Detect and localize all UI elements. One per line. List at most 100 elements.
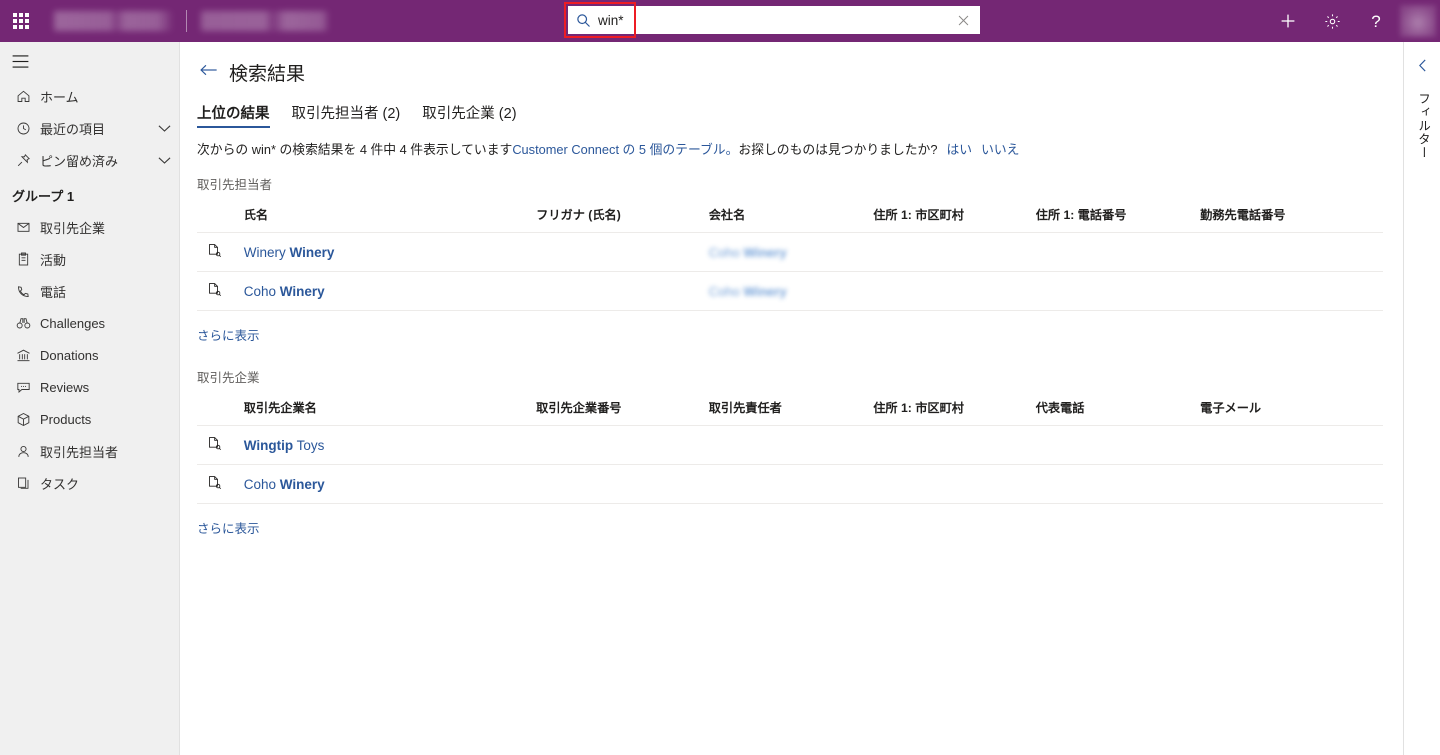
accounts-section-title: 取引先企業: [197, 371, 260, 385]
contacts-col-phone[interactable]: 住所 1: 電話番号: [1035, 201, 1201, 233]
brand-separator: [186, 10, 187, 32]
table-row[interactable]: Coho Winery Coho Winery: [197, 271, 1383, 311]
record-link[interactable]: Coho Winery: [244, 284, 325, 299]
accounts-section: 取引先企業 取引先企業名 取引先企業番号 取引先責任者 住所 1: 市区町村 代…: [181, 367, 1403, 504]
chevron-down-icon[interactable]: [158, 124, 171, 133]
sidebar-item-label: 最近の項目: [40, 121, 106, 137]
contacts-table: 氏名 フリガナ (氏名) 会社名 住所 1: 市区町村 住所 1: 電話番号 勤…: [197, 201, 1383, 311]
hamburger-icon: [12, 54, 29, 68]
help-button[interactable]: ?: [1354, 0, 1398, 42]
name-part-match: Winery: [279, 283, 325, 299]
accounts-col-main-phone[interactable]: 代表電話: [1035, 394, 1201, 426]
page-header: 検索結果: [181, 42, 1403, 88]
sidebar-item-donations[interactable]: Donations: [0, 339, 179, 371]
accounts-table: 取引先企業名 取引先企業番号 取引先責任者 住所 1: 市区町村 代表電話 電子…: [197, 394, 1383, 504]
sidebar-item-tasks[interactable]: タスク: [0, 467, 179, 499]
name-part-match: Wingtip: [243, 437, 294, 453]
tab-contacts[interactable]: 取引先担当者 (2): [292, 102, 401, 128]
sidebar-item-accounts[interactable]: 取引先企業: [0, 211, 179, 243]
contact-name-cell: Winery Winery: [243, 232, 537, 272]
table-row[interactable]: Coho Winery: [197, 464, 1383, 504]
tab-label: 取引先担当者: [291, 106, 379, 122]
sidebar-item-reviews[interactable]: Reviews: [0, 371, 179, 403]
contacts-col-furigana[interactable]: フリガナ (氏名): [536, 201, 709, 233]
contacts-col-name[interactable]: 氏名: [243, 201, 537, 233]
chevron-down-icon[interactable]: [158, 156, 171, 165]
environment-name-redacted: [201, 11, 329, 31]
tab-count: (2): [382, 106, 401, 122]
sitemap-toggle-button[interactable]: [0, 42, 179, 80]
sidebar-item-recent[interactable]: 最近の項目: [0, 112, 179, 144]
tab-top-results[interactable]: 上位の結果: [197, 102, 270, 128]
company-redacted: Coho Winery: [709, 245, 787, 260]
filter-expand-button[interactable]: [1404, 42, 1440, 82]
new-button[interactable]: [1266, 0, 1310, 42]
plus-icon: [1279, 12, 1297, 30]
contacts-section: 取引先担当者 氏名 フリガナ (氏名) 会社名 住所 1: 市区町村 住所 1:…: [181, 174, 1403, 311]
sidebar-group-label: グループ 1: [12, 189, 75, 204]
search-input[interactable]: [598, 6, 946, 34]
global-search-box[interactable]: [564, 2, 980, 38]
row-icon-cell: [197, 232, 244, 272]
name-part-plain: Coho: [243, 283, 280, 299]
accounts-table-header-row: 取引先企業名 取引先企業番号 取引先責任者 住所 1: 市区町村 代表電話 電子…: [197, 394, 1383, 426]
record-link[interactable]: Coho Winery: [244, 477, 325, 492]
sidebar-item-activities[interactable]: 活動: [0, 243, 179, 275]
account-owner-cell: [708, 464, 874, 504]
home-icon: [10, 89, 36, 104]
contact-business-phone-cell: [1200, 271, 1383, 311]
filter-rail: フィルター: [1403, 42, 1440, 755]
accounts-col-city[interactable]: 住所 1: 市区町村: [873, 394, 1036, 426]
sidebar-item-home[interactable]: ホーム: [0, 80, 179, 112]
record-icon: [197, 475, 222, 490]
sidebar-item-pinned[interactable]: ピン留め済み: [0, 144, 179, 176]
feedback-no-link[interactable]: いいえ: [981, 142, 1019, 157]
name-part-plain: Winery: [243, 244, 290, 260]
accounts-col-name[interactable]: 取引先企業名: [243, 394, 537, 426]
accounts-col-number[interactable]: 取引先企業番号: [536, 394, 709, 426]
bank-icon: [10, 348, 36, 363]
accounts-col-email[interactable]: 電子メール: [1200, 394, 1383, 426]
table-row[interactable]: Winery Winery Coho Winery: [197, 232, 1383, 272]
contacts-show-more-link[interactable]: さらに表示: [181, 325, 260, 344]
table-row[interactable]: Wingtip Toys: [197, 425, 1383, 465]
contacts-col-business-phone[interactable]: 勤務先電話番号: [1200, 201, 1383, 233]
sidebar-item-products[interactable]: Products: [0, 403, 179, 435]
sidebar-item-label: タスク: [40, 476, 80, 492]
record-icon: [197, 243, 222, 258]
contacts-col-company[interactable]: 会社名: [708, 201, 874, 233]
results-scope-link[interactable]: Customer Connect の 5 個のテーブル。: [512, 142, 738, 157]
back-button[interactable]: [195, 58, 223, 86]
sidebar-item-label: 電話: [40, 284, 67, 300]
avatar[interactable]: [1400, 5, 1436, 37]
box-icon: [10, 412, 36, 427]
sidebar-item-challenges[interactable]: Challenges: [0, 307, 179, 339]
sidebar-item-label: Donations: [40, 347, 99, 363]
account-name-cell: Wingtip Toys: [243, 425, 537, 465]
search-clear-button[interactable]: [946, 6, 980, 34]
sidebar-item-label: Products: [40, 411, 92, 427]
results-summary: 次からの win* の検索結果を 4 件中 4 件表示していますCustomer…: [181, 139, 1403, 158]
app-launcher-button[interactable]: [0, 0, 42, 42]
contact-furigana-cell: [536, 232, 709, 272]
accounts-show-more-link[interactable]: さらに表示: [181, 518, 260, 537]
record-link[interactable]: Winery Winery: [244, 245, 335, 260]
task-icon: [10, 476, 36, 491]
record-link[interactable]: Wingtip Toys: [244, 438, 325, 453]
company-part-match: Winery: [743, 283, 787, 299]
feedback-yes-link[interactable]: はい: [946, 142, 972, 157]
tab-accounts[interactable]: 取引先企業 (2): [422, 102, 516, 128]
contact-company-cell: Coho Winery: [708, 271, 874, 311]
sidebar-item-label: ピン留め済み: [40, 153, 119, 169]
accounts-col-owner[interactable]: 取引先責任者: [708, 394, 874, 426]
account-name-cell: Coho Winery: [243, 464, 537, 504]
account-owner-cell: [708, 425, 874, 465]
sidebar-item-contacts[interactable]: 取引先担当者: [0, 435, 179, 467]
sidebar-item-label: 取引先担当者: [40, 444, 119, 460]
settings-button[interactable]: [1310, 0, 1354, 42]
account-main-phone-cell: [1035, 425, 1201, 465]
sidebar-item-phonecalls[interactable]: 電話: [0, 275, 179, 307]
row-icon-cell: [197, 464, 244, 504]
filter-rail-label: フィルター: [1416, 92, 1430, 160]
contacts-col-city[interactable]: 住所 1: 市区町村: [873, 201, 1036, 233]
